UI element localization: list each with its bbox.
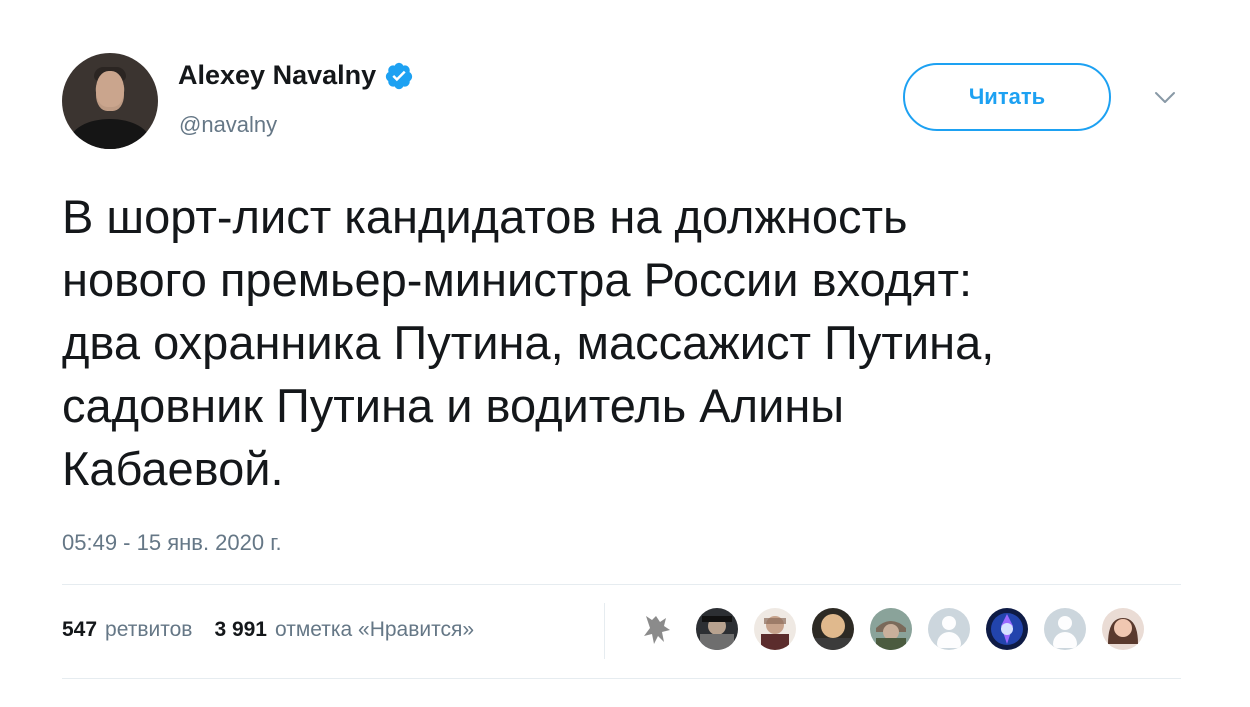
- liker-avatar-4[interactable]: [812, 608, 854, 650]
- liker-avatar-7[interactable]: [1102, 608, 1144, 650]
- tweet-text: В шорт-лист кандидатов на должность ново…: [62, 190, 995, 495]
- stats-separator: [604, 603, 605, 659]
- liker-avatar-5[interactable]: [870, 608, 912, 650]
- user-handle[interactable]: @navalny: [179, 112, 277, 138]
- liker-avatar-default-2[interactable]: [1044, 608, 1086, 650]
- display-name[interactable]: Alexey Navalny: [178, 60, 376, 91]
- liker-avatar-6[interactable]: [986, 608, 1028, 650]
- avatar-face: [96, 71, 124, 111]
- like-label[interactable]: отметка «Нравится»: [275, 618, 474, 642]
- avatar[interactable]: [62, 53, 158, 149]
- liker-avatar-2[interactable]: [696, 608, 738, 650]
- chevron-down-icon[interactable]: [1154, 90, 1176, 106]
- verified-badge-icon: [385, 62, 413, 89]
- retweet-count[interactable]: 547: [62, 618, 97, 642]
- avatar-shoulders: [70, 119, 150, 149]
- follow-button[interactable]: Читать: [903, 63, 1111, 131]
- divider-top: [62, 584, 1181, 585]
- liker-avatars: [638, 608, 1160, 650]
- tweet-stats: 547 ретвитов 3 991 отметка «Нравится»: [62, 618, 496, 642]
- liker-avatar-figure[interactable]: [638, 608, 680, 650]
- divider-bottom: [62, 678, 1181, 679]
- user-name-row[interactable]: Alexey Navalny: [178, 60, 414, 91]
- like-count[interactable]: 3 991: [214, 618, 267, 642]
- tweet-timestamp[interactable]: 05:49 - 15 янв. 2020 г.: [62, 530, 282, 556]
- liker-avatar-default-1[interactable]: [928, 608, 970, 650]
- retweet-label[interactable]: ретвитов: [105, 618, 192, 642]
- liker-avatar-3[interactable]: [754, 608, 796, 650]
